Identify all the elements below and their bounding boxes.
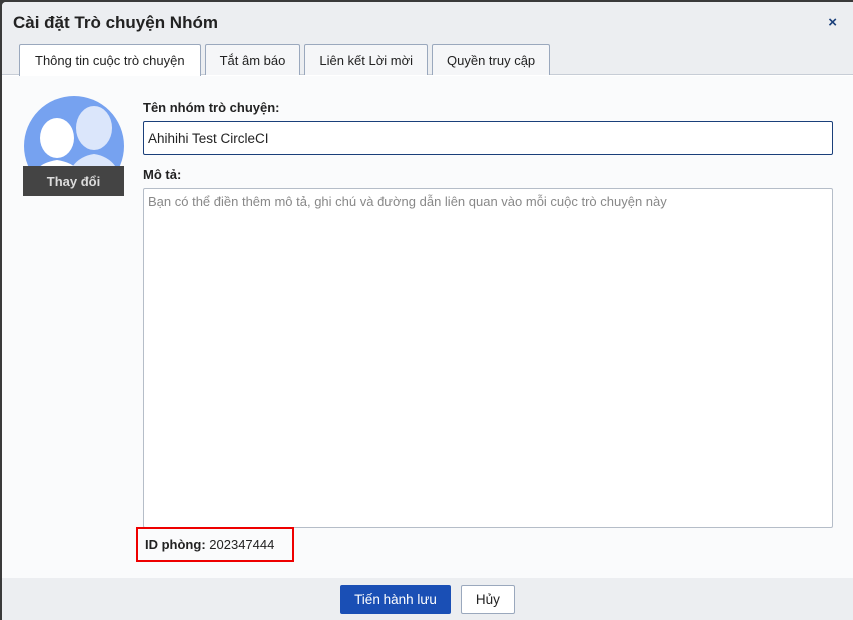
group-chat-settings-dialog: Cài đặt Trò chuyện Nhóm × Thông tin cuộc… (2, 2, 853, 620)
tab-access[interactable]: Quyền truy cập (432, 44, 551, 75)
tab-chat-info[interactable]: Thông tin cuộc trò chuyện (19, 44, 201, 76)
tab-invite-link[interactable]: Liên kết Lời mời (304, 44, 428, 75)
room-id-label: ID phòng: (145, 537, 206, 552)
tab-bar: Thông tin cuộc trò chuyện Tắt âm báo Liê… (19, 44, 551, 76)
change-avatar-button[interactable]: Thay đổi (23, 166, 124, 196)
room-id: ID phòng: 202347444 (136, 527, 294, 562)
dialog-header: Cài đặt Trò chuyện Nhóm × Thông tin cuộc… (2, 2, 853, 76)
save-button[interactable]: Tiến hành lưu (340, 584, 451, 614)
dialog-body: Thay đổi Tên nhóm trò chuyện: Ahihihi Te… (2, 76, 853, 578)
description-textarea[interactable]: Bạn có thể điền thêm mô tả, ghi chú và đ… (143, 188, 833, 528)
cancel-button[interactable]: Hủy (460, 584, 515, 614)
tab-mute[interactable]: Tắt âm báo (204, 44, 301, 75)
close-icon[interactable]: × (828, 14, 837, 31)
dialog-title: Cài đặt Trò chuyện Nhóm (13, 13, 218, 32)
room-id-value: 202347444 (209, 537, 275, 552)
group-name-label: Tên nhóm trò chuyện: (143, 100, 280, 115)
dialog-footer: Tiến hành lưu Hủy (2, 578, 853, 620)
group-name-input[interactable]: Ahihihi Test CircleCI (143, 121, 833, 155)
description-label: Mô tả: (143, 167, 182, 182)
